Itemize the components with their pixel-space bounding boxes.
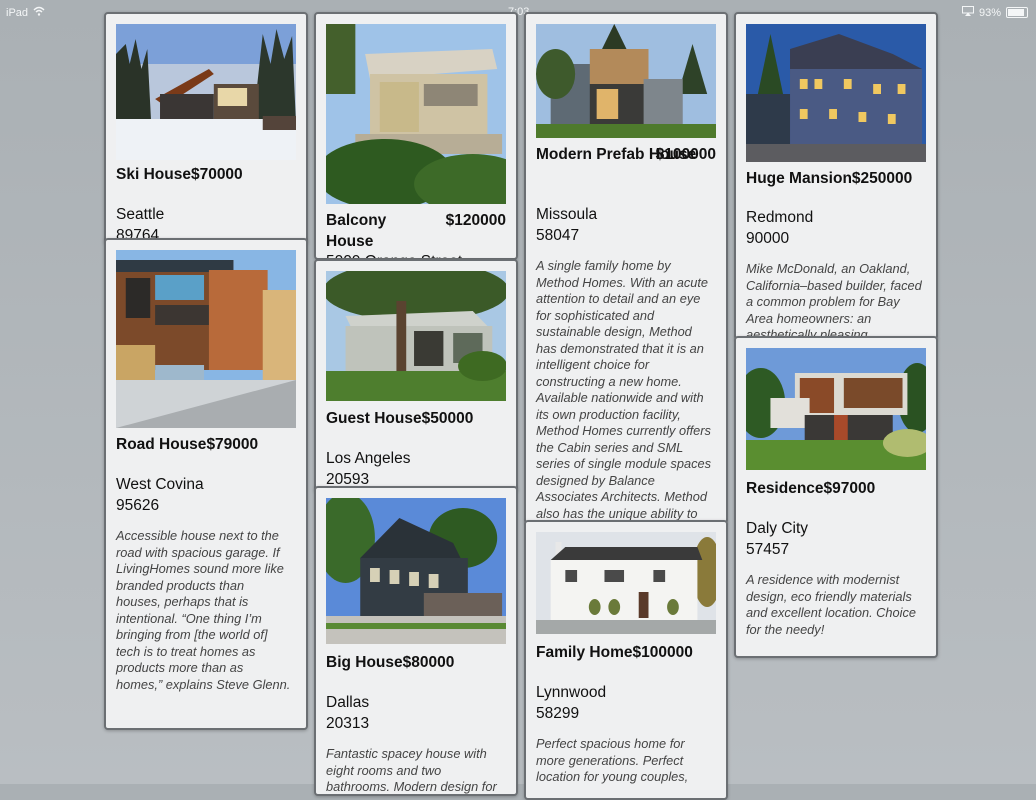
listing-description: A residence with modernist design, eco f… (746, 572, 917, 637)
listing-name: Road House (116, 436, 207, 453)
listing-city: Los Angeles (326, 450, 411, 467)
listing-zip: 58299 (536, 705, 580, 722)
listing-price: $250000 (851, 170, 913, 187)
listing-card-balcony-house[interactable]: Balcony House $120000 5009 Orange Street (314, 12, 518, 260)
listing-card-family-home[interactable]: Family Home $100000 Lynnwood 58299 Perfec… (524, 520, 728, 800)
listing-card-modern-prefab-house[interactable]: Modern Prefab House $100000 Missoula 580… (524, 12, 728, 524)
listing-description: Fantastic spacey house with eight rooms … (326, 746, 497, 794)
road-house-photo (116, 250, 296, 428)
listing-title: Family Home $100000 (536, 642, 716, 663)
listing-zip: 95626 (116, 497, 160, 514)
listing-title: Big House $80000 (326, 652, 506, 673)
listing-zip: 20313 (326, 715, 370, 732)
listing-description: Mike McDonald, an Oakland, California–ba… (746, 261, 922, 340)
listing-name: Guest House (326, 410, 422, 427)
listing-price: $120000 (445, 212, 506, 229)
listing-card-residence[interactable]: Residence $97000 Daly City 57457 A reside… (734, 336, 938, 658)
listing-card-road-house[interactable]: Road House $79000 West Covina 95626 Acces… (104, 238, 308, 730)
listing-name: Big House (326, 654, 403, 671)
listing-title: Guest House $50000 (326, 408, 506, 429)
listing-title: Ski House $70000 (116, 164, 296, 185)
listing-city: Redmond (746, 209, 814, 226)
huge-mansion-photo (746, 24, 926, 162)
listing-title: Huge Mansion $250000 (746, 168, 926, 189)
listing-price: $100000 (655, 146, 716, 163)
modern-prefab-house-photo (536, 24, 716, 138)
listing-description: Perfect spacious home for more generatio… (536, 736, 689, 784)
listing-name: Residence (746, 480, 824, 497)
listing-city: Daly City (746, 520, 809, 537)
big-house-photo (326, 498, 506, 644)
listing-price: $79000 (206, 436, 259, 453)
listing-city: Missoula (536, 206, 598, 223)
listing-name: Huge Mansion (746, 170, 852, 187)
listing-name: Balcony House (326, 212, 387, 250)
listing-card-big-house[interactable]: Big House $80000 Dallas 20313 Fantastic s… (314, 486, 518, 796)
battery-percent: 93% (978, 6, 1001, 19)
listing-price: $70000 (190, 166, 243, 183)
listing-price: $80000 (402, 654, 455, 671)
listing-zip: 58047 (536, 227, 580, 244)
listing-title: Residence $97000 (746, 478, 926, 499)
listing-price: $50000 (421, 410, 474, 427)
listing-card-ski-house[interactable]: Ski House $70000 Seattle 89764 (104, 12, 308, 244)
listing-description: Accessible house next to the road with s… (116, 528, 291, 692)
listing-price: $100000 (632, 644, 693, 661)
listing-city: Lynnwood (536, 684, 607, 701)
device-name: iPad (6, 6, 29, 19)
battery-icon (1006, 7, 1028, 18)
ski-house-photo (116, 24, 296, 160)
listing-city: Seattle (116, 206, 165, 223)
listing-description: A single family home by Method Homes. Wi… (536, 258, 711, 521)
listing-zip: 57457 (746, 541, 790, 558)
family-home-photo (536, 532, 716, 634)
listing-title: Road House $79000 (116, 434, 296, 455)
listing-name: Ski House (116, 166, 191, 183)
wifi-icon (33, 6, 45, 19)
listing-zip: 90000 (746, 230, 790, 247)
listing-city: Dallas (326, 694, 370, 711)
balcony-house-photo (326, 24, 506, 204)
listing-card-guest-house[interactable]: Guest House $50000 Los Angeles 20593 (314, 259, 518, 492)
listing-price-row: $100000 (656, 144, 716, 165)
listing-price: $97000 (823, 480, 876, 497)
listing-title: Balcony House $120000 (326, 210, 506, 252)
listing-card-huge-mansion[interactable]: Huge Mansion $250000 Redmond 90000 Mike M… (734, 12, 938, 340)
listing-city: West Covina (116, 476, 204, 493)
residence-photo (746, 348, 926, 470)
guest-house-photo (326, 271, 506, 401)
listing-name: Family Home (536, 644, 633, 661)
airplay-icon (961, 6, 974, 19)
